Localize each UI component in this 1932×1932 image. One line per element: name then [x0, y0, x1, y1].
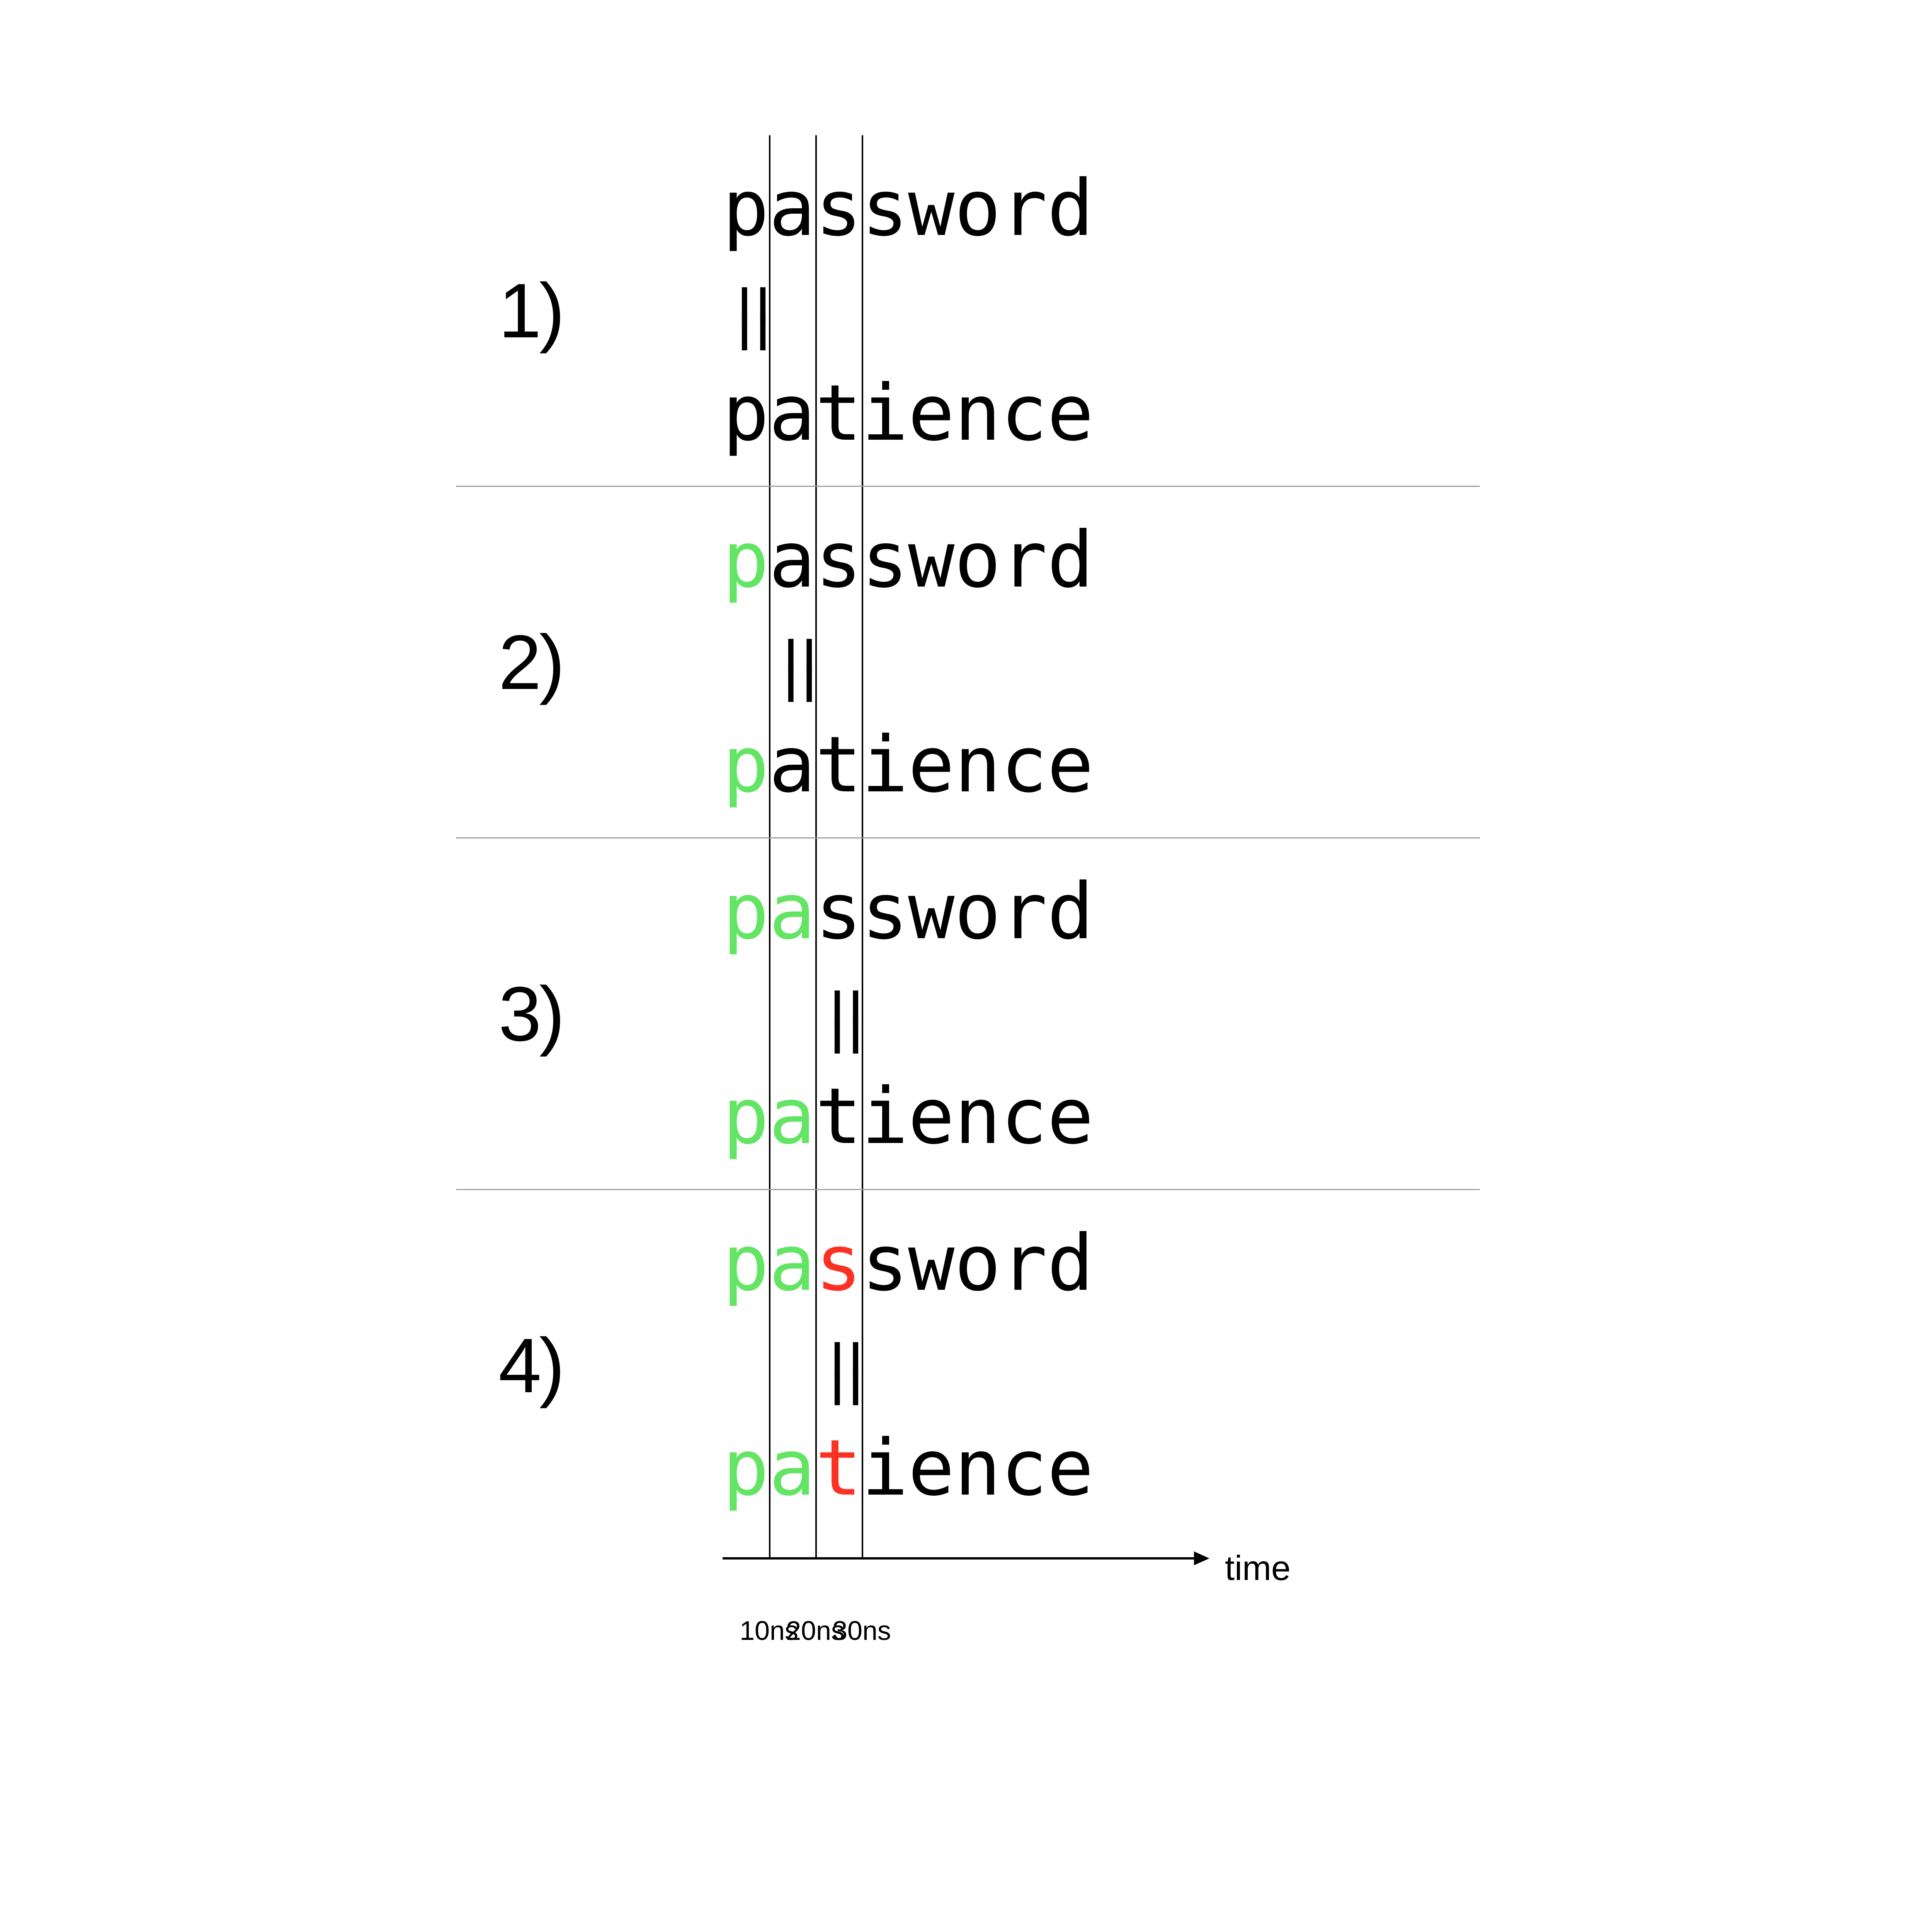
- comparison-block: password==patience: [723, 170, 1094, 452]
- char: e: [1047, 1430, 1094, 1507]
- operator-row: ==: [723, 599, 1094, 726]
- axis-label: time: [1225, 1549, 1291, 1588]
- char: i: [862, 1078, 908, 1155]
- char: n: [954, 1430, 1001, 1507]
- word-top: password: [723, 873, 1094, 951]
- word-bottom: patience: [723, 726, 1094, 804]
- char: a: [769, 873, 815, 951]
- equals-operator: ==: [811, 987, 884, 1042]
- char: s: [815, 1225, 862, 1302]
- char: i: [862, 1430, 908, 1507]
- char: p: [723, 522, 769, 599]
- char: r: [1001, 873, 1047, 951]
- char: c: [1001, 726, 1047, 804]
- equals-operator: ==: [718, 284, 791, 338]
- step-1: 1)password==patience: [456, 135, 1480, 487]
- char: i: [862, 726, 908, 804]
- char: a: [769, 170, 815, 247]
- step-2: 2)password==patience: [456, 487, 1480, 838]
- word-top: password: [723, 170, 1094, 247]
- char: d: [1047, 873, 1094, 951]
- char: e: [908, 375, 954, 452]
- char: e: [908, 1078, 954, 1155]
- char: p: [723, 1430, 769, 1507]
- diagram-stage: 1)password==patience2)password==patience…: [456, 135, 1480, 1542]
- tick-label-2: 30ns: [827, 1615, 896, 1646]
- step-label: 1): [498, 267, 563, 355]
- char: s: [862, 522, 908, 599]
- char: w: [908, 873, 954, 951]
- char: p: [723, 375, 769, 452]
- char: a: [769, 1078, 815, 1155]
- char: s: [862, 170, 908, 247]
- char: s: [815, 522, 862, 599]
- char: a: [769, 375, 815, 452]
- char: e: [908, 1430, 954, 1507]
- char: t: [815, 1430, 862, 1507]
- axis-arrowhead: [1194, 1551, 1209, 1565]
- word-bottom: patience: [723, 1430, 1094, 1507]
- char: s: [862, 1225, 908, 1302]
- char: p: [723, 873, 769, 951]
- char: a: [769, 726, 815, 804]
- axis-line: [723, 1557, 1194, 1560]
- char: c: [1001, 375, 1047, 452]
- step-label: 4): [498, 1321, 563, 1410]
- comparison-block: password==patience: [723, 1225, 1094, 1507]
- char: a: [769, 1225, 815, 1302]
- char: e: [1047, 1078, 1094, 1155]
- equals-operator: ==: [764, 635, 838, 690]
- step-label: 3): [498, 970, 563, 1059]
- operator-row: ==: [723, 951, 1094, 1078]
- word-bottom: patience: [723, 375, 1094, 452]
- char: d: [1047, 170, 1094, 247]
- char: c: [1001, 1430, 1047, 1507]
- char: a: [769, 1430, 815, 1507]
- char: d: [1047, 1225, 1094, 1302]
- char: w: [908, 522, 954, 599]
- operator-row: ==: [723, 247, 1094, 375]
- char: o: [954, 873, 1001, 951]
- char: p: [723, 170, 769, 247]
- char: r: [1001, 1225, 1047, 1302]
- char: t: [815, 726, 862, 804]
- step-label: 2): [498, 618, 563, 707]
- char: s: [815, 170, 862, 247]
- word-top: password: [723, 522, 1094, 599]
- char: o: [954, 170, 1001, 247]
- char: p: [723, 1225, 769, 1302]
- char: o: [954, 522, 1001, 599]
- operator-row: ==: [723, 1302, 1094, 1430]
- char: c: [1001, 1078, 1047, 1155]
- char: n: [954, 1078, 1001, 1155]
- char: e: [1047, 726, 1094, 804]
- equals-operator: ==: [811, 1338, 884, 1393]
- char: d: [1047, 522, 1094, 599]
- char: i: [862, 375, 908, 452]
- char: w: [908, 170, 954, 247]
- comparison-block: password==patience: [723, 873, 1094, 1155]
- char: s: [815, 873, 862, 951]
- char: r: [1001, 522, 1047, 599]
- char: n: [954, 375, 1001, 452]
- char: r: [1001, 170, 1047, 247]
- char: e: [908, 726, 954, 804]
- char: t: [815, 1078, 862, 1155]
- comparison-block: password==patience: [723, 522, 1094, 804]
- char: p: [723, 726, 769, 804]
- char: p: [723, 1078, 769, 1155]
- char: t: [815, 375, 862, 452]
- char: o: [954, 1225, 1001, 1302]
- step-3: 3)password==patience: [456, 838, 1480, 1190]
- char: a: [769, 522, 815, 599]
- char: w: [908, 1225, 954, 1302]
- char: s: [862, 873, 908, 951]
- word-top: password: [723, 1225, 1094, 1302]
- step-4: 4)password==patience: [456, 1190, 1480, 1542]
- char: n: [954, 726, 1001, 804]
- word-bottom: patience: [723, 1078, 1094, 1155]
- char: e: [1047, 375, 1094, 452]
